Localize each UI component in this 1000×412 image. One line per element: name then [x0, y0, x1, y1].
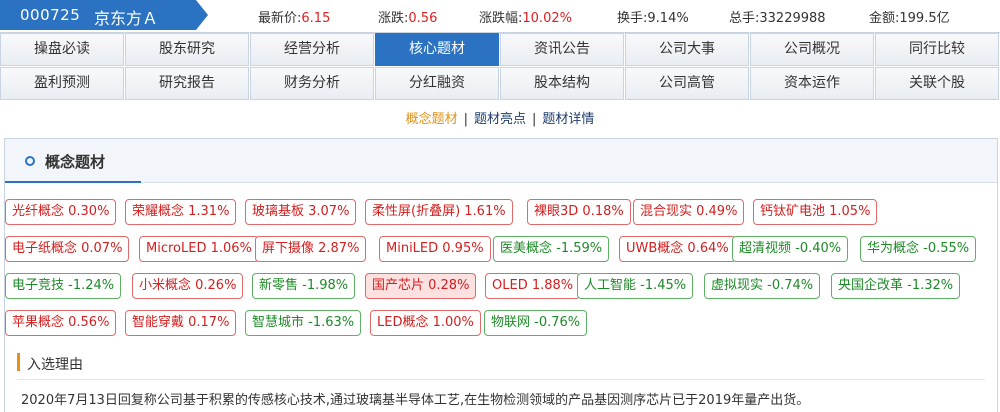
concept-tag[interactable]: 裸眼3D 0.18%	[527, 199, 631, 225]
concept-tag[interactable]: 物联网 -0.76%	[484, 310, 588, 336]
concept-tag[interactable]: 虚拟现实 -0.74%	[704, 273, 821, 299]
stock-name: 京东方Ａ	[94, 9, 159, 28]
stat-turnover: 换手:9.14%	[617, 7, 689, 26]
nav-tab[interactable]: 分红融资	[375, 67, 499, 100]
nav-tab[interactable]: 公司大事	[625, 33, 749, 66]
concept-tag[interactable]: 荣耀概念 1.31%	[125, 199, 237, 225]
concept-tag[interactable]: 超清视频 -0.40%	[732, 236, 849, 262]
reason-accent-bar	[17, 353, 20, 371]
nav-tab[interactable]: 关联个股	[875, 67, 999, 100]
concept-tag[interactable]: 光纤概念 0.30%	[5, 199, 117, 225]
nav-tab-active[interactable]: 核心题材	[375, 33, 499, 66]
concept-tag[interactable]: 智能穿戴 0.17%	[125, 310, 237, 336]
reason-title: 入选理由	[27, 357, 83, 373]
subnav-separator: |	[463, 112, 468, 127]
stat-value: 33229988	[759, 11, 826, 26]
concept-tag[interactable]: OLED 1.88%	[485, 273, 581, 299]
concept-tag[interactable]: 电子竞技 -1.24%	[5, 273, 122, 299]
nav-tab[interactable]: 盈利预测	[0, 67, 124, 100]
stat-change: 涨跌:0.56	[378, 7, 437, 26]
subnav-concept[interactable]: 概念题材	[406, 112, 458, 127]
stat-label: 总手:	[729, 11, 760, 26]
concept-tag[interactable]: 人工智能 -1.45%	[577, 273, 694, 299]
concept-tag[interactable]: 钙钛矿电池 1.05%	[753, 199, 878, 225]
stat-value: 199.5亿	[899, 11, 950, 26]
circle-bullet-icon	[25, 156, 35, 166]
concept-tag[interactable]: 医美概念 -1.59%	[493, 236, 610, 262]
stat-label: 最新价:	[258, 11, 302, 26]
stock-header: 000725 京东方Ａ 最新价:6.15 涨跌:0.56 涨跌幅:10.02% …	[0, 0, 1000, 30]
concept-tag[interactable]: 柔性屏(折叠屏) 1.61%	[365, 199, 513, 225]
concept-tag[interactable]: 华为概念 -0.55%	[860, 236, 977, 262]
nav-tab[interactable]: 股东研究	[125, 33, 249, 66]
concept-tag[interactable]: 苹果概念 0.56%	[5, 310, 117, 336]
stat-label: 涨跌:	[378, 11, 409, 26]
stat-label: 金额:	[869, 11, 900, 26]
nav-tab[interactable]: 股本结构	[500, 67, 624, 100]
nav-tab[interactable]: 经营分析	[250, 33, 374, 66]
nav-tab[interactable]: 公司高管	[625, 67, 749, 100]
nav-tab[interactable]: 研究报告	[125, 67, 249, 100]
reason-text: 2020年7月13日回复称公司基于积累的传感核心技术,通过玻璃基半导体工艺,在生…	[21, 393, 810, 408]
concept-tag[interactable]: 屏下摄像 2.87%	[255, 236, 367, 262]
arrow-decoration-icon	[196, 0, 208, 30]
nav-tab[interactable]: 财务分析	[250, 67, 374, 100]
stat-value: 9.14%	[647, 11, 689, 26]
subnav-highlights[interactable]: 题材亮点	[474, 112, 526, 127]
section-header: 概念题材	[5, 139, 997, 183]
concept-tag-highlighted[interactable]: 国产芯片 0.28%	[365, 273, 477, 299]
concept-tag[interactable]: 混合现实 0.49%	[633, 199, 745, 225]
concept-panel: 概念题材 光纤概念 0.30% 荣耀概念 1.31% 玻璃基板 3.07% 柔性…	[4, 138, 998, 412]
stat-value: 10.02%	[522, 11, 572, 26]
concept-tag[interactable]: MiniLED 0.95%	[379, 236, 491, 262]
stat-label: 换手:	[617, 11, 648, 26]
concept-tag[interactable]: 央国企改革 -1.32%	[831, 273, 961, 299]
section-title: 概念题材	[45, 153, 106, 171]
nav-tab[interactable]: 资讯公告	[500, 33, 624, 66]
reason-divider	[17, 379, 985, 380]
stock-title-box: 000725 京东方Ａ	[0, 0, 208, 30]
concept-tag[interactable]: 新零售 -1.98%	[252, 273, 356, 299]
stat-volume: 总手:33229988	[729, 7, 826, 26]
nav-tab[interactable]: 公司概况	[750, 33, 874, 66]
nav-row-2: 盈利预测 研究报告 财务分析 分红融资 股本结构 公司高管 资本运作 关联个股	[0, 67, 1000, 101]
stat-value: 0.56	[408, 11, 438, 26]
concept-tag[interactable]: LED概念 1.00%	[370, 310, 481, 336]
stock-code: 000725	[20, 6, 81, 24]
stat-latest-price: 最新价:6.15	[258, 7, 330, 26]
stat-amount: 金额:199.5亿	[869, 7, 950, 26]
nav-tab[interactable]: 同行比较	[875, 33, 999, 66]
sub-nav: 概念题材 | 题材亮点 | 题材详情	[0, 108, 1000, 134]
subnav-details[interactable]: 题材详情	[542, 112, 594, 127]
main-nav: 操盘必读 股东研究 经营分析 核心题材 资讯公告 公司大事 公司概况 同行比较 …	[0, 32, 1000, 100]
nav-tab[interactable]: 操盘必读	[0, 33, 124, 66]
concept-tag[interactable]: 电子纸概念 0.07%	[5, 236, 130, 262]
nav-row-1: 操盘必读 股东研究 经营分析 核心题材 资讯公告 公司大事 公司概况 同行比较	[0, 33, 1000, 67]
concept-tag[interactable]: UWB概念 0.64%	[619, 236, 736, 262]
section-underline	[5, 181, 141, 183]
stat-change-pct: 涨跌幅:10.02%	[479, 7, 572, 26]
stat-value: 6.15	[301, 11, 331, 26]
concept-tag[interactable]: 小米概念 0.26%	[132, 273, 244, 299]
concept-tag[interactable]: MicroLED 1.06%	[139, 236, 259, 262]
nav-tab[interactable]: 资本运作	[750, 67, 874, 100]
concept-tag[interactable]: 智慧城市 -1.63%	[245, 310, 362, 336]
subnav-separator: |	[532, 112, 537, 127]
stat-label: 涨跌幅:	[479, 11, 523, 26]
concept-tag[interactable]: 玻璃基板 3.07%	[245, 199, 357, 225]
